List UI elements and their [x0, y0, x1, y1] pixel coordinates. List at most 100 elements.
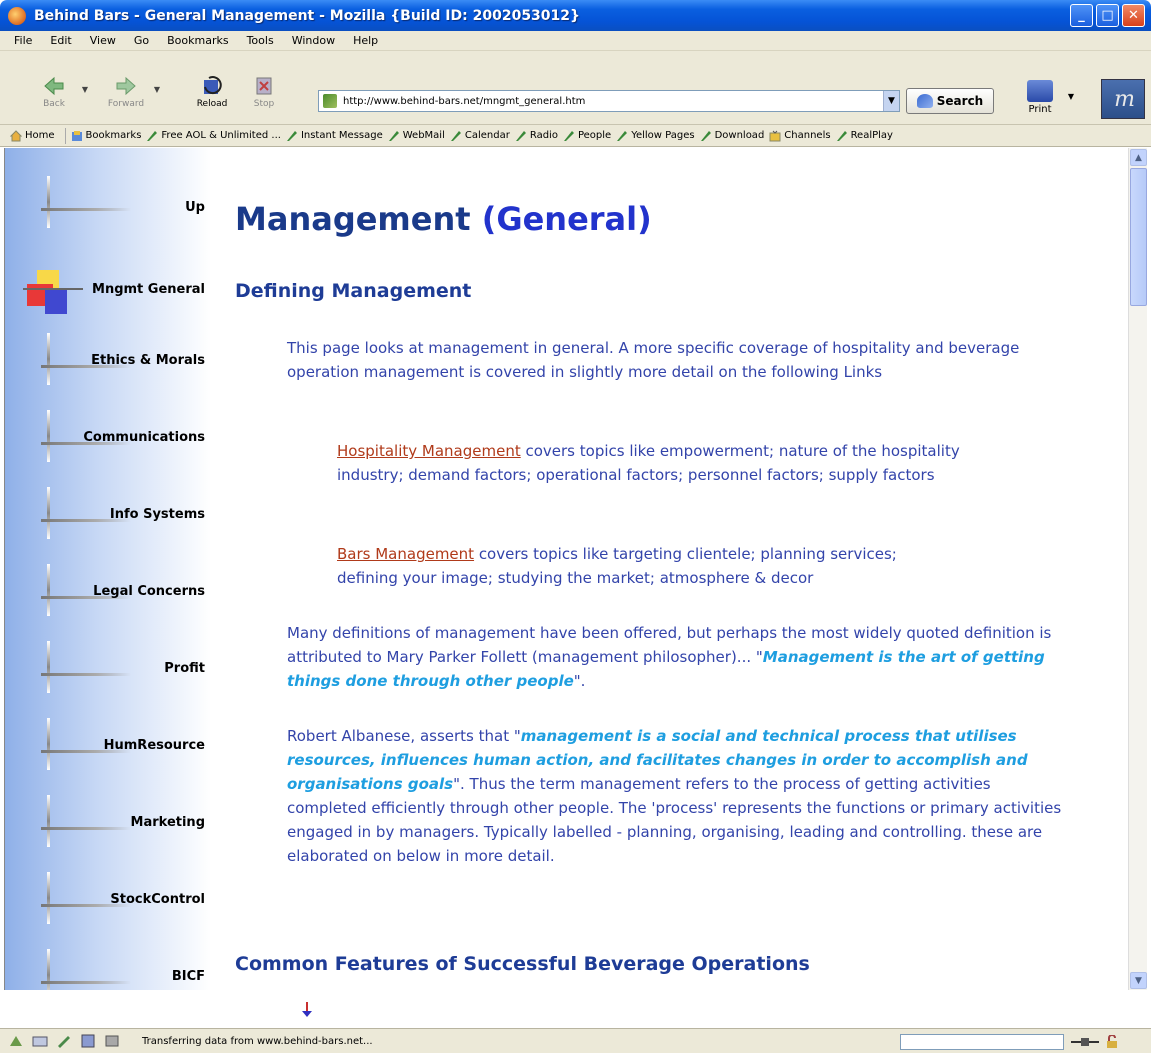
- bookmark-link-icon: [617, 130, 628, 141]
- menu-file[interactable]: File: [14, 34, 32, 47]
- stop-button[interactable]: Stop: [242, 75, 286, 115]
- bookmark-link-icon: [836, 130, 847, 141]
- bookmarks-icon: [71, 130, 82, 141]
- progress-meter: [900, 1034, 1064, 1050]
- home-icon: [10, 129, 22, 141]
- nav-ethics-morals[interactable]: Ethics & Morals: [5, 325, 211, 401]
- throbber-logo-icon[interactable]: m: [1101, 79, 1145, 119]
- bookmark-link-icon: [388, 130, 399, 141]
- scroll-thumb[interactable]: [1130, 168, 1147, 306]
- hospitality-link-paragraph: Hospitality Management covers topics lik…: [337, 442, 960, 484]
- print-dropdown-icon[interactable]: ▼: [1068, 92, 1074, 101]
- site-nav-sidebar: Up Mngmt General Ethics & Morals Communi…: [5, 148, 211, 990]
- vertical-scrollbar[interactable]: ▲ ▼: [1128, 148, 1147, 990]
- toolbar-separator: [64, 127, 66, 144]
- url-text[interactable]: http://www.behind-bars.net/mngmt_general…: [343, 96, 883, 107]
- pb-calendar[interactable]: Calendar: [450, 130, 510, 142]
- nav-bicf[interactable]: BICF: [5, 941, 211, 990]
- site-icon: [323, 94, 337, 108]
- bookmark-link-icon: [286, 130, 297, 141]
- follett-definition-paragraph: Many definitions of management have been…: [287, 624, 1052, 690]
- pb-download[interactable]: Download: [700, 130, 764, 142]
- scroll-up-arrow-icon[interactable]: ▲: [1130, 149, 1147, 166]
- nav-profit[interactable]: Profit: [5, 633, 211, 709]
- scroll-down-arrow-icon[interactable]: ▼: [1130, 972, 1147, 989]
- stop-icon: [256, 77, 272, 95]
- navigator-icon[interactable]: [8, 1034, 24, 1048]
- nav-legal-concerns[interactable]: Legal Concerns: [5, 556, 211, 632]
- forward-dropdown-icon[interactable]: ▼: [154, 85, 160, 94]
- menu-window[interactable]: Window: [292, 34, 335, 47]
- nav-humresource[interactable]: HumResource: [5, 710, 211, 786]
- bookmark-link-icon: [563, 130, 574, 141]
- url-bar[interactable]: http://www.behind-bars.net/mngmt_general…: [318, 90, 900, 112]
- bars-management-link[interactable]: Bars Management: [337, 545, 474, 563]
- bookmark-link-icon: [147, 130, 158, 141]
- status-text: Transferring data from www.behind-bars.n…: [142, 1035, 373, 1047]
- intro-paragraph: This page looks at management in general…: [287, 339, 1020, 381]
- search-button[interactable]: Search: [906, 88, 994, 114]
- url-dropdown-icon[interactable]: ▼: [883, 91, 899, 111]
- chat-icon[interactable]: [104, 1034, 120, 1048]
- nav-up[interactable]: Up: [5, 168, 211, 244]
- nav-mngmt-general[interactable]: Mngmt General: [5, 248, 211, 324]
- bars-link-paragraph: Bars Management covers topics like targe…: [337, 545, 897, 587]
- address-book-icon[interactable]: [80, 1034, 96, 1048]
- security-lock-icon[interactable]: [1104, 1035, 1120, 1049]
- menu-go[interactable]: Go: [134, 34, 149, 47]
- maximize-button[interactable]: □: [1096, 4, 1119, 27]
- bookmark-link-icon: [515, 130, 526, 141]
- reload-button[interactable]: Reload: [190, 75, 234, 115]
- pb-realplay[interactable]: RealPlay: [836, 130, 893, 142]
- pb-people[interactable]: People: [563, 130, 611, 142]
- down-arrow-cursor-icon: [302, 1002, 312, 1017]
- minimize-button[interactable]: _: [1070, 4, 1093, 27]
- reload-icon: [204, 76, 222, 94]
- personal-toolbar: Home Bookmarks Free AOL & Unlimited ... …: [0, 125, 1151, 147]
- menu-bookmarks[interactable]: Bookmarks: [167, 34, 228, 47]
- albanese-paragraph: Robert Albanese, asserts that "managemen…: [287, 727, 1062, 865]
- pb-yellow-pages[interactable]: Yellow Pages: [616, 130, 695, 142]
- pb-home[interactable]: Home: [10, 129, 55, 142]
- menu-edit[interactable]: Edit: [50, 34, 71, 47]
- active-page-marker-icon: [23, 270, 83, 314]
- section-heading-common-features: Common Features of Successful Beverage O…: [235, 953, 810, 975]
- mail-icon[interactable]: [32, 1034, 48, 1048]
- menu-help[interactable]: Help: [353, 34, 378, 47]
- pb-radio[interactable]: Radio: [515, 130, 558, 142]
- menu-tools[interactable]: Tools: [247, 34, 274, 47]
- print-button[interactable]: Print ▼: [1020, 76, 1074, 120]
- pb-webmail[interactable]: WebMail: [388, 130, 445, 142]
- status-bar: Transferring data from www.behind-bars.n…: [0, 1028, 1151, 1053]
- channels-icon: [769, 130, 781, 141]
- composer-icon[interactable]: [56, 1034, 72, 1048]
- menu-view[interactable]: View: [90, 34, 116, 47]
- search-icon: [916, 94, 933, 108]
- section-heading-defining: Defining Management: [235, 280, 472, 302]
- close-button[interactable]: ✕: [1122, 4, 1145, 27]
- forward-arrow-icon: [116, 76, 136, 96]
- back-dropdown-icon[interactable]: ▼: [82, 85, 88, 94]
- online-status-icon[interactable]: [1070, 1035, 1100, 1049]
- nav-stockcontrol[interactable]: StockControl: [5, 864, 211, 940]
- page-title: Management (General): [235, 200, 652, 238]
- pb-channels[interactable]: Channels: [769, 130, 831, 142]
- menu-bar: File Edit View Go Bookmarks Tools Window…: [0, 31, 1151, 51]
- forward-button[interactable]: Forward ▼: [104, 75, 160, 115]
- nav-marketing[interactable]: Marketing: [5, 787, 211, 863]
- nav-info-systems[interactable]: Info Systems: [5, 479, 211, 555]
- printer-icon: [1027, 80, 1053, 102]
- bookmark-link-icon: [700, 130, 711, 141]
- window-title: Behind Bars - General Management - Mozil…: [34, 7, 580, 24]
- mozilla-icon: [8, 6, 26, 25]
- nav-communications[interactable]: Communications: [5, 402, 211, 478]
- back-button[interactable]: Back ▼: [32, 75, 88, 115]
- bookmark-link-icon: [450, 130, 461, 141]
- pb-instant-message[interactable]: Instant Message: [286, 130, 383, 142]
- title-bar: Behind Bars - General Management - Mozil…: [0, 0, 1151, 31]
- hospitality-management-link[interactable]: Hospitality Management: [337, 442, 521, 460]
- pb-free-aol[interactable]: Free AOL & Unlimited ...: [146, 130, 281, 142]
- page-content: Up Mngmt General Ethics & Morals Communi…: [4, 148, 1128, 990]
- pb-bookmarks[interactable]: Bookmarks: [71, 130, 141, 142]
- back-arrow-icon: [44, 76, 64, 96]
